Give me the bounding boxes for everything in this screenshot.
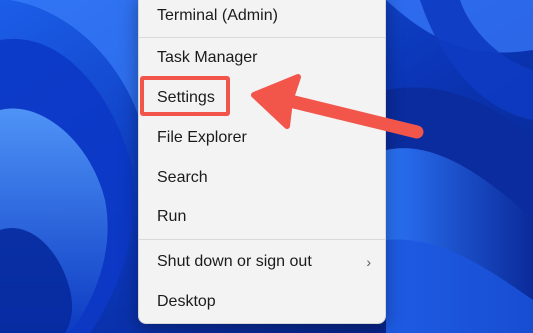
menu-item-shut-down-sign-out[interactable]: Shut down or sign out › bbox=[139, 245, 385, 279]
menu-item-file-explorer[interactable]: File Explorer bbox=[139, 121, 385, 155]
menu-item-label: Run bbox=[157, 208, 187, 225]
settings-highlight-box bbox=[140, 76, 230, 116]
menu-item-search[interactable]: Search bbox=[139, 161, 385, 195]
context-menu: Terminal (Admin) Task Manager Settings F… bbox=[138, 0, 386, 324]
menu-separator bbox=[139, 37, 385, 38]
menu-item-task-manager[interactable]: Task Manager bbox=[139, 41, 385, 75]
menu-separator bbox=[139, 239, 385, 240]
menu-item-label: Desktop bbox=[157, 293, 216, 310]
menu-item-desktop[interactable]: Desktop bbox=[139, 285, 385, 319]
menu-item-label: Shut down or sign out bbox=[157, 253, 312, 270]
menu-item-terminal-admin[interactable]: Terminal (Admin) bbox=[139, 0, 385, 33]
menu-item-label: Terminal (Admin) bbox=[157, 7, 278, 24]
menu-item-label: Task Manager bbox=[157, 49, 258, 66]
menu-item-run[interactable]: Run bbox=[139, 200, 385, 234]
menu-item-label: File Explorer bbox=[157, 129, 247, 146]
chevron-right-icon: › bbox=[366, 254, 371, 270]
menu-item-label: Search bbox=[157, 169, 208, 186]
